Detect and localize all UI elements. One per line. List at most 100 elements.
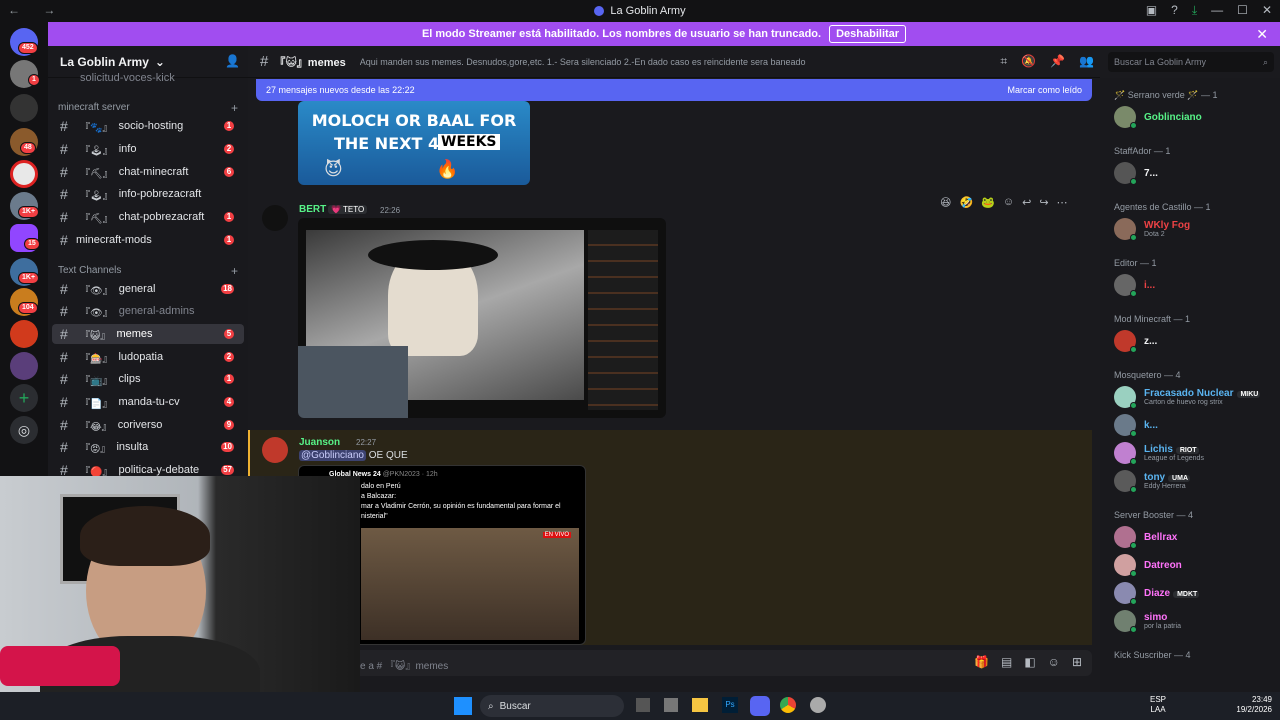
channel-name: ludopatia	[118, 351, 164, 363]
member-item[interactable]: Fracasado Nuclear MIKU Carton de huevo ro…	[1114, 384, 1261, 410]
channel-info[interactable]: # 『🕹』 info 2	[52, 139, 244, 159]
mark-read-button[interactable]: Marcar como leído	[1007, 85, 1082, 95]
search-input[interactable]: Buscar La Goblin Army ⌕	[1108, 52, 1274, 72]
username[interactable]: BERT	[299, 204, 326, 215]
add-channel-icon[interactable]: +	[231, 101, 238, 115]
channel-minecraft-mods[interactable]: # minecraft-mods 1	[52, 230, 244, 250]
channel-general[interactable]: # 『👁』 general 18	[52, 279, 244, 299]
gif-icon[interactable]: ▤	[1001, 655, 1012, 669]
add-channel-icon[interactable]: +	[231, 264, 238, 278]
role-header: Kick Suscriber — 4	[1114, 650, 1191, 660]
member-item[interactable]: tony UMA Eddy Herrera	[1114, 468, 1190, 494]
member-item[interactable]: WKly Fog Dota 2	[1114, 216, 1190, 242]
minimize-button[interactable]: —	[1211, 3, 1223, 18]
reaction-laugh-icon[interactable]: 🤣	[959, 196, 973, 209]
reply-icon[interactable]: ↩	[1022, 196, 1031, 209]
avatar	[1114, 162, 1137, 185]
task-view-icon[interactable]	[636, 698, 650, 712]
channel-chat-pobrezacraft[interactable]: # 『⛏』 chat-pobrezacraft 1	[52, 207, 244, 227]
member-item[interactable]: Diaze MDKT	[1114, 580, 1200, 606]
channel-coriverso[interactable]: # 『😂』 coriverso 9	[52, 415, 244, 435]
member-name: 7...	[1144, 167, 1158, 179]
close-button[interactable]: ✕	[1262, 3, 1272, 18]
avatar[interactable]	[262, 205, 288, 231]
pin-icon[interactable]: 📌	[1050, 54, 1065, 69]
inbox-icon[interactable]: ▣	[1146, 3, 1157, 18]
members-icon[interactable]: 👥	[1079, 54, 1094, 69]
reaction-smile-icon[interactable]: 😆	[940, 196, 951, 209]
photoshop-icon[interactable]: Ps	[722, 697, 738, 713]
new-messages-bar[interactable]: 27 mensajes nuevos desde las 22:22 Marca…	[256, 79, 1092, 101]
member-item[interactable]: simo por la patria	[1114, 608, 1181, 634]
channel-general-admins[interactable]: # 『👁』 general-admins	[52, 301, 244, 321]
server-icon[interactable]	[10, 94, 38, 122]
search-placeholder: Buscar La Goblin Army	[1114, 57, 1207, 67]
apps-icon[interactable]: ⊞	[1072, 655, 1082, 669]
channel-ludopatia[interactable]: # 『🎰』 ludopatia 2	[52, 347, 244, 367]
server-icon[interactable]	[10, 320, 38, 348]
server-icon[interactable]	[10, 160, 38, 188]
message-input[interactable]: e a # 『😺』memes 🎁 ▤ ◧ ☺ ⊞	[256, 650, 1092, 676]
help-icon[interactable]: ?	[1171, 3, 1178, 18]
member-item[interactable]: 7...	[1114, 160, 1158, 186]
message-text: @Goblinciano OE QUE	[299, 450, 408, 461]
threads-icon[interactable]: ⌗	[1000, 54, 1007, 69]
disable-streamer-button[interactable]: Deshabilitar	[829, 25, 907, 43]
member-item[interactable]: Lichis RIOT League of Legends	[1114, 440, 1204, 466]
app-icon[interactable]	[664, 698, 678, 712]
member-item[interactable]: i...	[1114, 272, 1155, 298]
unread-badge: 1	[224, 374, 234, 384]
language-indicator[interactable]: ESP LAA	[1150, 695, 1166, 715]
meme-image[interactable]: MOLOCH OR BAAL FOR THE NEXT 4 WEEKS 😈 🔥	[298, 101, 530, 185]
channel-clips[interactable]: # 『📺』 clips 1	[52, 369, 244, 389]
avatar[interactable]	[262, 437, 288, 463]
maximize-button[interactable]: ☐	[1237, 3, 1248, 18]
gift-icon[interactable]: 🎁	[974, 655, 989, 669]
close-icon[interactable]: ✕	[1256, 26, 1268, 43]
devil-emoji: 😈	[324, 159, 343, 179]
video-screenshot-image[interactable]	[298, 218, 666, 418]
taskbar-search[interactable]: ⌕ Buscar	[480, 695, 624, 717]
app-icon[interactable]	[810, 697, 826, 713]
channel-insulta[interactable]: # 『😡』 insulta 10	[52, 437, 244, 457]
window-titlebar: ← → La Goblin Army ▣ ? ⤓ — ☐ ✕	[0, 0, 1280, 22]
member-item[interactable]: Goblinciano	[1114, 104, 1202, 130]
username[interactable]: Juanson	[299, 437, 340, 448]
more-icon[interactable]: ⋯	[1057, 196, 1068, 209]
chrome-icon[interactable]	[780, 697, 796, 713]
file-explorer-icon[interactable]	[692, 698, 708, 712]
taskbar-search-label: Buscar	[499, 700, 531, 712]
invite-icon[interactable]: 👤	[225, 54, 240, 68]
channel-cut[interactable]: solicitud-voces-kick	[52, 72, 244, 84]
member-item[interactable]: Datreon	[1114, 552, 1182, 578]
nav-arrows[interactable]: ← →	[8, 3, 65, 17]
unread-badge: 57	[221, 465, 234, 475]
category-minecraft[interactable]: minecraft server	[58, 102, 130, 113]
download-icon[interactable]: ⤓	[1192, 3, 1197, 18]
channel-socio-hosting[interactable]: # 『🐾』 socio-hosting 1	[52, 116, 244, 136]
server-icon[interactable]	[10, 352, 38, 380]
channel-manda-tu-cv[interactable]: # 『📄』 manda-tu-cv 4	[52, 392, 244, 412]
emoji-icon[interactable]: ☺	[1048, 655, 1060, 669]
mention[interactable]: @Goblinciano	[299, 450, 366, 461]
reaction-icon[interactable]: 🐸	[981, 196, 995, 209]
category-text-channels[interactable]: Text Channels	[58, 265, 121, 276]
discord-icon[interactable]	[750, 696, 770, 716]
channel-topic[interactable]: Aqui manden sus memes. Desnudos,gore,etc…	[360, 57, 806, 67]
forward-icon[interactable]: ↪	[1039, 196, 1048, 209]
avatar	[1114, 582, 1137, 605]
windows-start-icon[interactable]	[454, 697, 472, 715]
add-server-icon[interactable]: +	[10, 384, 38, 412]
member-item[interactable]: Bellrax	[1114, 524, 1177, 550]
discover-icon[interactable]: ◎	[10, 416, 38, 444]
member-item[interactable]: z...	[1114, 328, 1157, 354]
member-item[interactable]: k...	[1114, 412, 1158, 438]
add-reaction-icon[interactable]: ☺	[1003, 196, 1014, 208]
channel-memes[interactable]: # 『😺』 memes 5	[52, 324, 244, 344]
role-header: Agentes de Castillo — 1	[1114, 202, 1211, 212]
clock[interactable]: 23:49 19/2/2026	[1228, 695, 1272, 715]
channel-chat-minecraft[interactable]: # 『⛏』 chat-minecraft 6	[52, 162, 244, 182]
notifications-icon[interactable]: 🔕	[1021, 54, 1036, 69]
sticker-icon[interactable]: ◧	[1024, 655, 1035, 669]
channel-info-pobrezacraft[interactable]: # 『🕹』 info-pobrezacraft	[52, 184, 244, 204]
